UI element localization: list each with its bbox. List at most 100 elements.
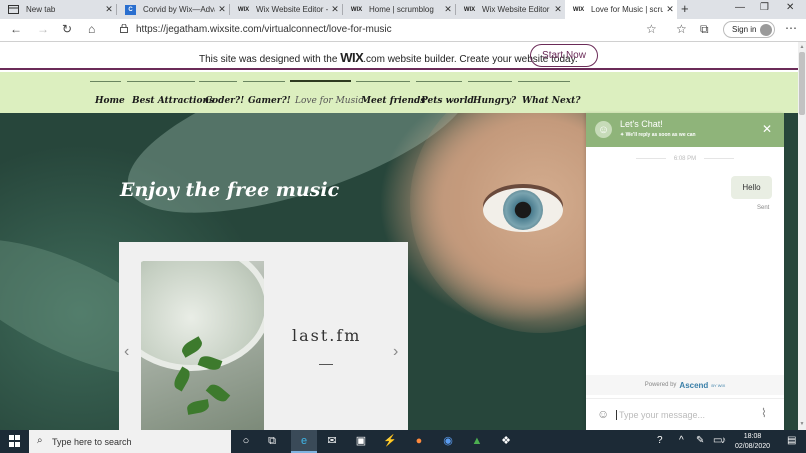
cortana-icon[interactable]: ○ bbox=[239, 434, 253, 448]
clock-time: 18:08 bbox=[743, 433, 762, 440]
nav-item-best-attractions[interactable]: Best Attractions bbox=[132, 96, 214, 106]
nav-item-hungry[interactable]: Hungry? bbox=[473, 96, 516, 106]
chat-message-bubble: Hello bbox=[731, 176, 772, 199]
store-icon[interactable]: ▣ bbox=[354, 434, 368, 448]
taskbar-clock[interactable]: 18:08 02/08/2020 bbox=[735, 432, 770, 452]
nav-item-love-for-music[interactable]: Love for Music bbox=[295, 96, 363, 106]
chrome-icon[interactable]: ◉ bbox=[441, 434, 455, 448]
nav-item-coder[interactable]: Coder?! bbox=[205, 96, 244, 106]
new-tab-button[interactable]: + bbox=[681, 1, 689, 16]
close-tab-icon[interactable]: ✕ bbox=[551, 4, 565, 15]
nav-item-gamer[interactable]: Gamer?! bbox=[248, 96, 291, 106]
close-tab-icon[interactable]: ✕ bbox=[102, 4, 116, 15]
browser-tab-wix-editor[interactable]: WIX Wix Website Editor - vi ✕ bbox=[230, 0, 342, 19]
url-field[interactable]: https://jegatham.wixsite.com/virtualconn… bbox=[136, 24, 392, 35]
forward-icon[interactable]: → bbox=[37, 22, 49, 36]
card-divider bbox=[319, 364, 333, 365]
browser-tab-new-tab[interactable]: New tab ✕ bbox=[0, 0, 116, 19]
wix-icon: WIX bbox=[463, 6, 476, 13]
wix-logo: WIX bbox=[340, 50, 364, 65]
close-chat-icon[interactable]: ✕ bbox=[762, 122, 772, 136]
close-window-icon[interactable]: ✕ bbox=[786, 2, 794, 13]
slider-next-arrow-icon[interactable]: › bbox=[393, 343, 398, 361]
nav-item-pets-world[interactable]: Pets world bbox=[421, 96, 474, 106]
back-icon[interactable]: ← bbox=[10, 22, 22, 36]
windows-start-icon[interactable] bbox=[9, 435, 21, 447]
browser-tab-wix-editor-2[interactable]: WIX Wix Website Editor - vi ✕ bbox=[456, 0, 565, 19]
chat-message-input[interactable]: Type your message... bbox=[616, 410, 705, 420]
page-scrollbar[interactable]: ▲ ▼ bbox=[798, 42, 806, 430]
search-icon: ⌕ bbox=[37, 435, 43, 446]
mail-icon[interactable]: ✉ bbox=[325, 434, 339, 448]
help-icon[interactable]: ? bbox=[657, 435, 663, 446]
emoji-icon[interactable]: ☺ bbox=[597, 407, 609, 421]
tab-title: New tab bbox=[26, 5, 56, 14]
home-icon[interactable]: ⌂ bbox=[88, 22, 95, 36]
browser-tab-corvid[interactable]: C Corvid by Wix—Advan ✕ bbox=[117, 0, 229, 19]
more-options-icon[interactable]: ⋯ bbox=[785, 21, 797, 35]
sign-in-label: Sign in bbox=[732, 25, 757, 34]
nav-divider bbox=[416, 81, 462, 82]
chat-header: ☺ Let's Chat! ✦ We'll reply as soon as w… bbox=[586, 113, 784, 147]
chat-subtitle: ✦ We'll reply as soon as we can bbox=[620, 132, 696, 138]
tab-title: Wix Website Editor - vi bbox=[482, 5, 551, 14]
app-icon[interactable]: ❖ bbox=[499, 434, 513, 448]
firefox-icon[interactable]: ● bbox=[412, 434, 426, 448]
refresh-icon[interactable]: ↻ bbox=[62, 22, 72, 36]
scroll-down-icon[interactable]: ▼ bbox=[798, 421, 806, 427]
vscode-icon[interactable]: ⚡ bbox=[383, 434, 397, 448]
close-tab-icon[interactable]: ✕ bbox=[663, 4, 677, 15]
hero-eye bbox=[483, 188, 563, 232]
minimize-icon[interactable]: — bbox=[735, 2, 745, 13]
tab-title: Corvid by Wix—Advan bbox=[143, 5, 215, 14]
close-tab-icon[interactable]: ✕ bbox=[328, 4, 342, 15]
scrollbar-thumb[interactable] bbox=[799, 52, 805, 115]
nav-divider bbox=[199, 81, 237, 82]
chat-time-text: 6:08 PM bbox=[673, 156, 697, 162]
banner-text: This site was designed with the WIX.com … bbox=[199, 50, 578, 65]
nav-item-home[interactable]: Home bbox=[95, 96, 125, 106]
slider-prev-arrow-icon[interactable]: ‹ bbox=[124, 343, 129, 361]
pen-icon[interactable]: ✎ bbox=[696, 435, 704, 446]
wix-icon: WIX bbox=[572, 6, 585, 13]
browser-tab-love-for-music[interactable]: WIX Love for Music | scrum ✕ bbox=[565, 0, 677, 19]
card-image[interactable] bbox=[141, 261, 264, 430]
glass-shape bbox=[141, 261, 264, 371]
reading-list-icon[interactable]: ☆ bbox=[676, 22, 687, 36]
browser-tab-scrumblog[interactable]: WIX Home | scrumblog ✕ bbox=[343, 0, 455, 19]
nav-item-what-next[interactable]: What Next? bbox=[522, 96, 581, 106]
sign-in-button[interactable]: Sign in bbox=[723, 21, 775, 38]
favorite-star-icon[interactable]: ☆ bbox=[646, 22, 657, 36]
avatar bbox=[760, 24, 772, 36]
scroll-up-icon[interactable]: ▲ bbox=[798, 44, 806, 50]
site-nav: Home Best Attractions Coder?! Gamer?! Lo… bbox=[0, 72, 798, 113]
start-now-button[interactable]: Start Now bbox=[530, 44, 598, 67]
address-bar: ← → ↻ ⌂ https://jegatham.wixsite.com/vir… bbox=[0, 19, 806, 42]
android-icon[interactable]: ▲ bbox=[470, 434, 484, 448]
chat-subtitle-text: We'll reply as soon as we can bbox=[625, 132, 696, 138]
volume-icon[interactable]: ♪ bbox=[721, 435, 726, 446]
nav-divider-active bbox=[290, 80, 351, 82]
tray-chevron-icon[interactable]: ^ bbox=[679, 435, 684, 446]
attachment-icon[interactable]: ⌇ bbox=[761, 406, 767, 420]
powered-by-text: Powered by bbox=[644, 382, 677, 388]
close-tab-icon[interactable]: ✕ bbox=[215, 4, 229, 15]
taskbar: ⌕ Type here to search ○ ⧉ e ✉ ▣ ⚡ ● ◉ ▲ … bbox=[0, 430, 806, 453]
banner-text-before: This site was designed with the bbox=[199, 54, 341, 65]
wix-banner: This site was designed with the WIX.com … bbox=[0, 42, 798, 70]
close-tab-icon[interactable]: ✕ bbox=[441, 4, 455, 15]
notifications-icon[interactable]: ▤ bbox=[787, 435, 796, 446]
nav-item-meet-friends[interactable]: Meet friends bbox=[361, 96, 425, 106]
collections-icon[interactable]: ⧉ bbox=[700, 22, 709, 37]
task-view-icon[interactable]: ⧉ bbox=[265, 434, 279, 448]
maximize-icon[interactable]: ❐ bbox=[760, 2, 769, 13]
taskbar-search[interactable]: ⌕ Type here to search bbox=[29, 430, 231, 453]
chat-title: Let's Chat! bbox=[620, 119, 663, 129]
clock-date: 02/08/2020 bbox=[735, 443, 771, 450]
powered-by[interactable]: Powered by Ascend BY WIX bbox=[586, 375, 784, 395]
mint-leaf bbox=[186, 399, 210, 415]
edge-icon[interactable]: e bbox=[297, 434, 311, 448]
card-title[interactable]: last.fm bbox=[292, 326, 361, 345]
ascend-suffix: BY WIX bbox=[711, 382, 726, 388]
tab-title: Home | scrumblog bbox=[369, 5, 434, 14]
